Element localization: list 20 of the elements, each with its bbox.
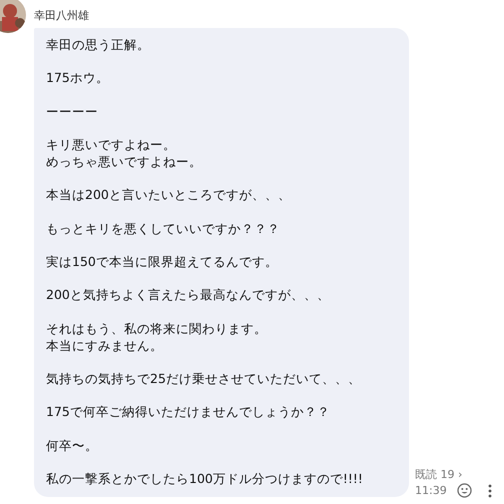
message-text: 何卒〜。 xyxy=(46,438,99,454)
message-text: 幸田の思う正解。 xyxy=(46,37,151,54)
message-text: キリ悪いですよねー。 xyxy=(46,137,177,154)
message-text: 実は150で本当に限界超えてるんです。 xyxy=(46,254,279,271)
message-text: 私の一撃系とかでしたら100万ドル分つけますので!!!! xyxy=(46,471,364,488)
emoji-icon[interactable] xyxy=(456,483,472,498)
message-text: ーーーー xyxy=(46,104,99,120)
message-text: 175ホウ。 xyxy=(46,70,110,88)
more-icon[interactable] xyxy=(488,484,492,498)
message-text: もっとキリを悪くしていいですか？？？ xyxy=(46,220,281,238)
message-text: めっちゃ悪いですよねー。 xyxy=(46,154,203,171)
sender-name: 幸田八州雄 xyxy=(34,8,90,24)
message-text: 本当は200と言いたいところですが、、、 xyxy=(46,187,292,204)
message-text: それはもう、私の将来に関わります。 xyxy=(46,320,268,338)
message-text: 200と気持ちよく言えたら最高なんですが、、、 xyxy=(46,287,331,304)
message-text: 175で何卒ご納得いただけませんでしょうか？？ xyxy=(46,404,331,422)
message-text: 気持ちの気持ちで25だけ乗せさせていただいて、、、 xyxy=(46,370,362,388)
message-text: 本当にすみません。 xyxy=(46,338,164,354)
timestamp: 11:39 xyxy=(415,482,447,499)
read-receipt[interactable]: 既読 19 › xyxy=(415,466,492,483)
